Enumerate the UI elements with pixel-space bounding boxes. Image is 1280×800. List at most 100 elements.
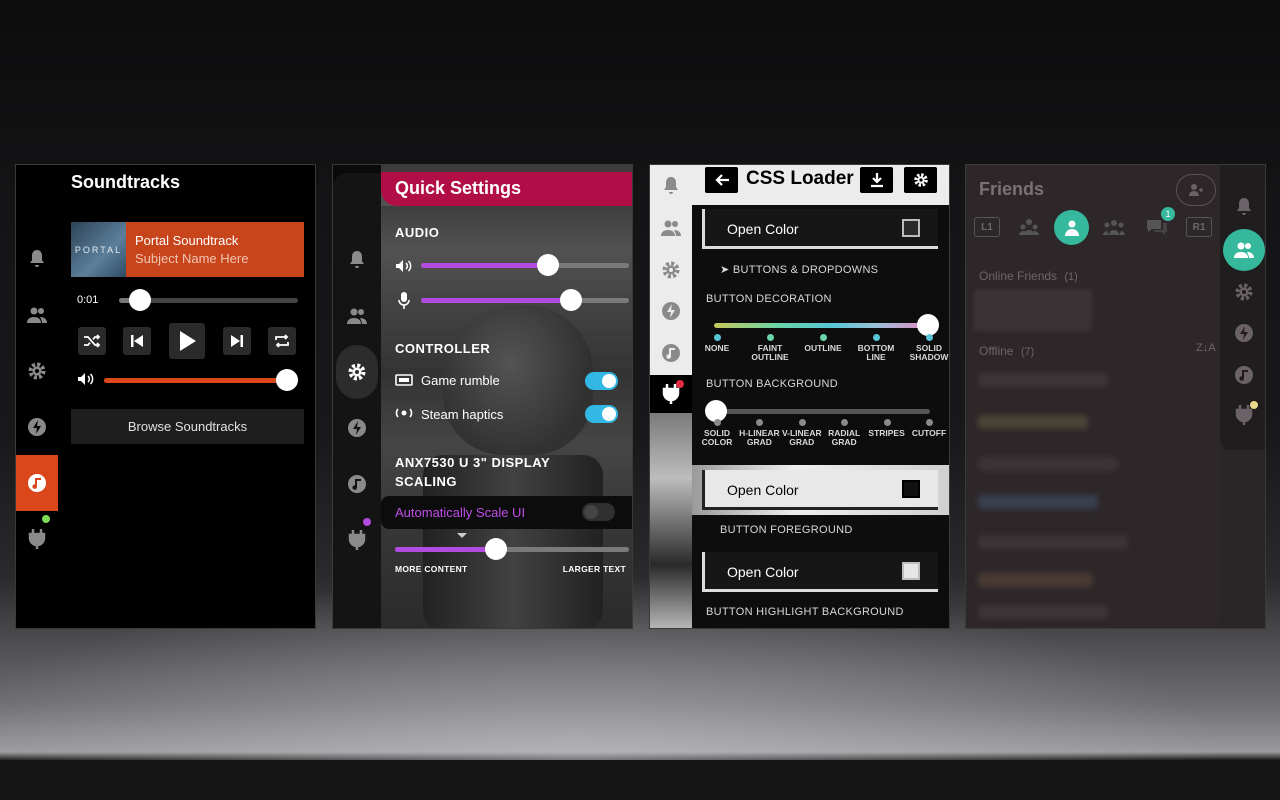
quick-settings-panel: Quick Settings AUDIO CONTROLLER Game rum… (332, 164, 633, 629)
open-color-label: Open Color (727, 564, 799, 580)
back-button[interactable] (705, 167, 738, 193)
volume-slider[interactable] (104, 369, 299, 391)
friend-row-offline[interactable] (978, 573, 1093, 587)
add-friend-button[interactable] (1176, 174, 1216, 206)
scale-knob[interactable] (484, 538, 507, 560)
download-button[interactable] (860, 167, 893, 193)
page-title: Quick Settings (381, 172, 632, 206)
slider-tick-label: H-LINEAR GRAD (739, 428, 780, 447)
plugin-notification-dot (363, 518, 371, 526)
nav-friends[interactable] (16, 287, 58, 343)
scale-min-label: MORE CONTENT (395, 564, 468, 574)
nav-plugins[interactable] (16, 511, 58, 567)
slider-tick-label: SOLID COLOR (701, 428, 733, 447)
slider-tick-dot (798, 419, 806, 426)
slider-tick-dot (714, 334, 721, 341)
nav-power[interactable] (16, 399, 58, 455)
nav-power[interactable] (333, 400, 381, 456)
volume-slider[interactable] (421, 254, 629, 276)
power-icon (661, 301, 681, 321)
audio-heading: AUDIO (395, 225, 440, 240)
button-background-slider[interactable] (705, 400, 930, 422)
microphone-knob[interactable] (559, 289, 582, 311)
sort-button[interactable]: Z↓A (1196, 342, 1216, 354)
bell-icon (1235, 197, 1253, 217)
album-art: PORTAL (71, 222, 126, 277)
tab-friends-group[interactable] (1016, 214, 1042, 240)
volume-knob[interactable] (536, 254, 559, 276)
gear-icon (27, 361, 47, 381)
previous-button[interactable] (123, 327, 151, 355)
slider-tick-label: OUTLINE (804, 343, 842, 353)
gear-icon (1234, 282, 1254, 302)
tab-groups[interactable] (1101, 214, 1127, 240)
open-color-row-2[interactable]: Open Color (702, 470, 938, 510)
tab-friends[interactable] (1054, 210, 1089, 245)
slider-tick-label: NONE (704, 343, 730, 353)
game-rumble-toggle[interactable] (585, 372, 618, 390)
color-swatch[interactable] (902, 480, 920, 498)
button-decoration-knob[interactable] (917, 314, 939, 336)
nav-notifications[interactable] (16, 231, 58, 287)
nav-plugins[interactable] (333, 512, 381, 568)
track-title: Portal Soundtrack (135, 233, 239, 248)
auto-scale-row[interactable]: Automatically Scale UI (381, 496, 632, 529)
nav-settings[interactable] (16, 343, 58, 399)
nav-settings[interactable] (333, 344, 381, 400)
friend-row-offline[interactable] (978, 495, 1098, 509)
next-button[interactable] (223, 327, 251, 355)
button-foreground-label: BUTTON FOREGROUND (720, 524, 853, 536)
friend-row-offline[interactable] (978, 457, 1118, 471)
settings-button[interactable] (904, 167, 937, 193)
steam-haptics-toggle[interactable] (585, 405, 618, 423)
microphone-slider[interactable] (421, 289, 629, 311)
group-icon (1019, 218, 1039, 236)
shuffle-button[interactable] (78, 327, 106, 355)
friend-row-online[interactable] (974, 289, 1092, 331)
volume-knob[interactable] (276, 369, 299, 391)
volume-icon (77, 372, 95, 386)
r1-button[interactable]: R1 (1186, 217, 1212, 237)
browse-soundtracks-button[interactable]: Browse Soundtracks (71, 409, 304, 444)
power-icon (27, 417, 47, 437)
slider-tick-dot (714, 419, 721, 426)
progress-knob[interactable] (129, 289, 152, 311)
power-icon (347, 418, 367, 438)
nav-notifications[interactable] (333, 232, 381, 288)
scale-slider[interactable] (395, 538, 629, 560)
nav-plugins[interactable] (1220, 387, 1265, 443)
display-scaling-heading: ANX7530 U 3" DISPLAY SCALING (395, 455, 550, 489)
open-color-row-1[interactable]: Open Color (702, 209, 938, 249)
buttons-dropdowns-header[interactable]: ➤ BUTTONS & DROPDOWNS (720, 263, 878, 276)
nav-friends[interactable] (333, 288, 381, 344)
auto-scale-toggle[interactable] (582, 503, 615, 521)
nav-music[interactable] (16, 455, 58, 511)
open-color-row-3[interactable]: Open Color (702, 552, 938, 592)
gear-icon (913, 172, 929, 188)
l1-button[interactable]: L1 (974, 217, 1000, 237)
friend-row-offline[interactable] (978, 605, 1108, 619)
progress-slider[interactable] (119, 289, 298, 311)
friends-list-area (966, 165, 1220, 628)
color-swatch[interactable] (902, 219, 920, 237)
shuffle-icon (83, 333, 101, 349)
bell-icon (662, 176, 680, 196)
button-decoration-slider[interactable] (714, 314, 939, 336)
slider-tick-dot (767, 334, 774, 341)
friend-row-offline[interactable] (978, 415, 1088, 429)
page-title: Soundtracks (71, 172, 181, 192)
bottom-bar (0, 760, 1280, 800)
repeat-button[interactable] (268, 327, 296, 355)
soundtracks-panel: Soundtracks PORTAL Portal Soundtrack Sub… (15, 164, 316, 629)
now-playing-card[interactable]: PORTAL Portal Soundtrack Subject Name He… (71, 222, 304, 277)
friends-icon (346, 307, 368, 325)
friend-row-offline[interactable] (978, 535, 1128, 549)
side-nav (650, 165, 692, 628)
slider-tick-dot (841, 419, 849, 426)
steam-haptics-label: Steam haptics (421, 407, 504, 422)
friend-row-offline[interactable] (978, 373, 1108, 387)
friends-panel: Friends L1 1 R1 Online Friends (1) Offli… (965, 164, 1266, 629)
color-swatch[interactable] (902, 562, 920, 580)
nav-music[interactable] (333, 456, 381, 512)
play-button[interactable] (169, 323, 205, 359)
